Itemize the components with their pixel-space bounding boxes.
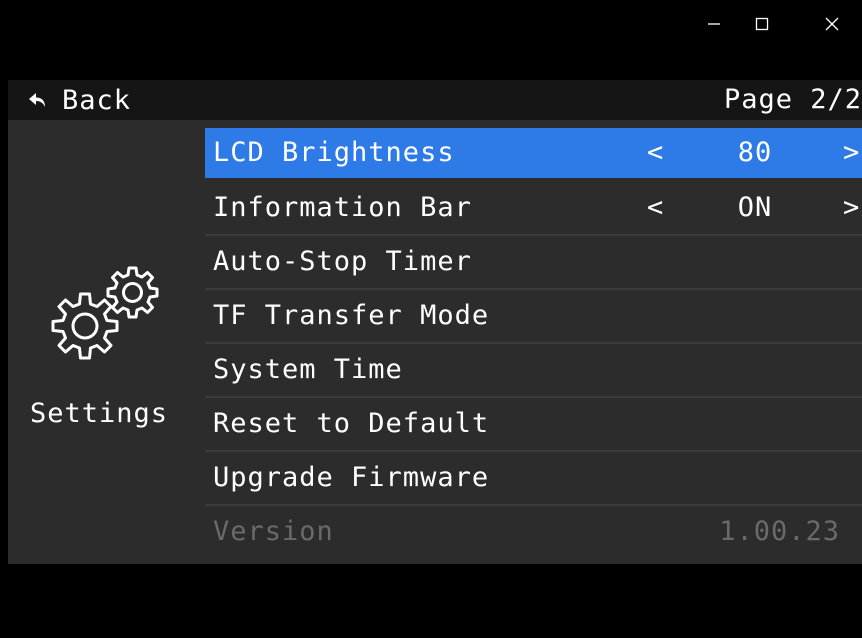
menu-item-lcd-brightness[interactable]: LCD Brightness < 80 > <box>205 128 862 178</box>
settings-panel: Settings LCD Brightness < 80 > Informati… <box>8 120 862 564</box>
menu-item-label: TF Transfer Mode <box>213 300 490 331</box>
maximize-button[interactable] <box>740 6 784 42</box>
version-value: 1.00.23 <box>719 516 840 547</box>
back-arrow-icon <box>29 93 45 107</box>
menu-item-label: LCD Brightness <box>213 137 455 168</box>
menu-item-system-time[interactable]: System Time <box>205 344 862 398</box>
decrease-arrow[interactable]: < <box>647 182 664 234</box>
increase-arrow[interactable]: > <box>843 128 860 178</box>
sidebar-label: Settings <box>30 398 169 429</box>
menu-item-label: Version <box>213 516 334 547</box>
maximize-icon <box>755 17 769 31</box>
header-bar: Back Page 2/2 <box>8 80 862 120</box>
menu-item-auto-stop-timer[interactable]: Auto-Stop Timer <box>205 236 862 290</box>
menu-item-label: Upgrade Firmware <box>213 462 490 493</box>
window-titlebar <box>0 0 862 80</box>
minimize-button[interactable] <box>692 6 736 42</box>
sidebar: Settings <box>8 120 204 564</box>
menu-item-label: Auto-Stop Timer <box>213 246 472 277</box>
gears-icon <box>36 260 186 389</box>
back-label: Back <box>62 84 132 116</box>
decrease-arrow[interactable]: < <box>647 128 664 178</box>
menu-item-reset-to-default[interactable]: Reset to Default <box>205 398 862 452</box>
close-icon <box>825 17 839 31</box>
settings-menu: LCD Brightness < 80 > Information Bar < … <box>205 128 862 560</box>
increase-arrow[interactable]: > <box>843 182 860 234</box>
menu-item-value: 80 <box>737 137 773 168</box>
menu-item-tf-transfer-mode[interactable]: TF Transfer Mode <box>205 290 862 344</box>
menu-item-upgrade-firmware[interactable]: Upgrade Firmware <box>205 452 862 506</box>
menu-item-label: Reset to Default <box>213 408 490 439</box>
menu-item-value: ON <box>737 192 773 223</box>
back-button[interactable]: Back <box>28 80 131 120</box>
menu-item-information-bar[interactable]: Information Bar < ON > <box>205 182 862 236</box>
minimize-icon <box>708 23 720 25</box>
menu-item-label: Information Bar <box>213 192 472 223</box>
menu-item-version: Version 1.00.23 <box>205 506 862 560</box>
close-button[interactable] <box>810 6 854 42</box>
page-indicator: Page 2/2 <box>723 84 862 115</box>
menu-item-label: System Time <box>213 354 403 385</box>
